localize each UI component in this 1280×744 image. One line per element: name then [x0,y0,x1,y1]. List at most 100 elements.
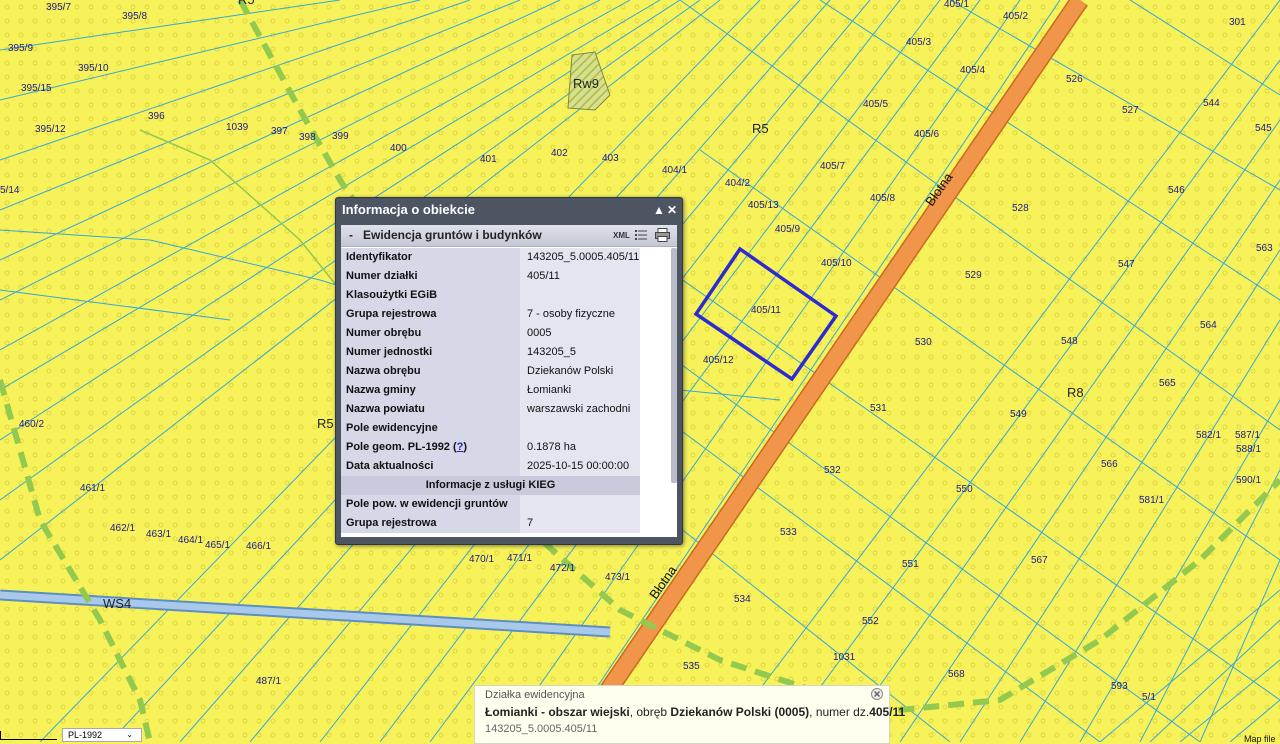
attribute-key-text: Data aktualności [346,460,434,472]
help-link[interactable]: ? [457,441,464,453]
attribute-key-text: Nazwa gminy [346,384,416,396]
parcel-number-label: 395/8 [122,11,147,22]
section-collapse-toggle[interactable]: - [349,225,353,246]
attribute-row: Numer obrębu 0005 [341,324,677,343]
parcel-number-label: 566 [1101,459,1118,470]
parcel-number-label: 564 [1200,320,1217,331]
zone-label: R8 [1067,385,1084,400]
attribute-key-text: Numer jednostki [346,346,433,358]
window-title: Informacja o obiekcie [342,202,475,217]
parcel-number-label: 590/1 [1236,475,1261,486]
parcel-number-label: 405/2 [1003,11,1028,22]
attribute-key: Identyfikator [341,248,520,267]
parcel-number-label: 472/1 [550,563,575,574]
attribute-row: Klasoużytki EGiB [341,286,677,305]
info-box-parcel-number: 405/11 [869,705,906,719]
attribute-value: 0.1878 ha [520,438,640,457]
parcel-number-label: 548 [1061,336,1078,347]
map-file-link[interactable]: Map file [1244,734,1276,744]
parcel-number-label: 535 [683,661,700,672]
parcel-number-label: 551 [902,559,919,570]
attribute-key: Nazwa gminy [341,381,520,400]
parcel-number-label: 403 [602,153,619,164]
attribute-value: 7 - osoby fizyczne [520,305,640,324]
parcel-number-label: 487/1 [256,676,281,687]
attribute-value: 143205_5.0005.405/11 [520,248,640,267]
attribute-row: Identyfikator 143205_5.0005.405/11 [341,248,677,267]
attribute-value: 405/11 [520,267,640,286]
ditch-label: WS4 [103,596,131,611]
window-scrollbar[interactable] [671,248,677,483]
attribute-key-text: Nazwa obrębu [346,365,421,377]
info-box-text-1: , obręb [629,705,671,719]
parcel-number-label: 545 [1255,123,1272,134]
parcel-number-label: 404/1 [662,165,687,176]
info-box-municipality: Łomianki - obszar wiejski [485,705,630,719]
parcel-number-label: 399 [332,131,349,142]
parcel-info-box: Działka ewidencyjna Łomianki - obszar wi… [474,685,905,744]
parcel-number-label: 530 [915,337,932,348]
attribute-key: Grupa rejestrowa [341,305,520,324]
parcel-number-label: 405/13 [748,200,779,211]
parcel-number-label: 405/6 [914,129,939,140]
kieg-subsection-title: Informacje z usługi KIEG [341,476,640,495]
attribute-row: Grupa rejestrowa 7 - osoby fizyczne [341,305,677,324]
parcel-number-label: 461/1 [80,483,105,494]
list-icon[interactable] [635,229,647,241]
scale-bar [0,731,57,740]
window-titlebar[interactable]: Informacja o obiekcie ▲ ✕ [336,198,682,222]
attribute-key: Klasoużytki EGiB [341,286,520,305]
parcel-number-label: 405/11 [751,305,781,316]
attribute-key-text: Klasoużytki EGiB [346,289,438,301]
chevron-down-icon: ⌄ [126,730,133,739]
attribute-key: Grupa rejestrowa [341,514,520,533]
parcel-number-label: 470/1 [469,554,494,565]
attribute-row: Pole pow. w ewidencji gruntów (ha) [341,495,677,529]
crs-select[interactable]: PL-1992 ⌄ [62,728,142,742]
parcel-number-label: 397 [271,126,288,137]
parcel-number-label: 404/2 [725,178,750,189]
attribute-value: 143205_5 [520,343,640,362]
parcel-number-label: 405/7 [820,161,845,172]
attribute-key: Nazwa obrębu [341,362,520,381]
attribute-row: Numer działki 405/11 [341,267,677,286]
parcel-number-label: 550 [956,484,973,495]
section-title: Ewidencja gruntów i budynków [363,228,542,242]
attribute-key-text: Identyfikator [346,251,413,263]
parcel-number-label: 463/1 [146,529,171,540]
close-icon[interactable] [871,688,883,700]
attribute-value: warszawski zachodni [520,400,640,419]
attribute-row: Nazwa gminy Łomianki [341,381,677,400]
attribute-key-text: Grupa rejestrowa [346,308,437,320]
attribute-key: Pole pow. w ewidencji gruntów (ha) [341,495,520,529]
attribute-key: Numer działki [341,267,520,286]
collapse-icon[interactable]: ▲ [653,198,665,222]
info-box-precinct: Dziekanów Polski (0005) [670,705,810,719]
close-icon[interactable]: ✕ [667,198,677,222]
parcel-number-label: 565 [1159,378,1176,389]
attribute-key-text: Numer obrębu [346,327,422,339]
parcel-number-label: 582/1 [1196,430,1221,441]
crs-value: PL-1992 [68,730,103,740]
parcel-number-label: 395/7 [46,2,71,13]
parcel-number-label: 526 [1066,74,1083,85]
parcel-number-label: 405/4 [960,65,985,76]
parcel-number-label: 528 [1012,203,1029,214]
xml-export-icon[interactable]: XML [613,225,630,246]
parcel-number-label: 471/1 [507,553,532,564]
info-box-text-2: , numer dz. [809,705,870,719]
zone-label: R5 [317,416,334,431]
parcel-number-label: 588/1 [1236,444,1261,455]
section-header[interactable]: - Ewidencja gruntów i budynków XML [341,225,677,247]
parcel-number-label: 395/10 [78,63,109,74]
parcel-number-label: 1039 [226,122,249,133]
object-info-window[interactable]: Informacja o obiekcie ▲ ✕ - Ewidencja gr… [335,197,683,545]
parcel-number-label: 464/1 [178,535,203,546]
info-box-description: Łomianki - obszar wiejski, obręb Dziekan… [485,705,905,719]
attribute-row: Data aktualności 2025-10-15 00:00:00 [341,457,677,476]
attribute-key-text: Nazwa powiatu [346,403,425,415]
parcel-number-label: 534 [734,594,751,605]
parcel-number-label: 473/1 [605,572,630,583]
print-icon[interactable] [655,228,670,242]
attribute-row: Pole ewidencyjne [341,419,677,438]
